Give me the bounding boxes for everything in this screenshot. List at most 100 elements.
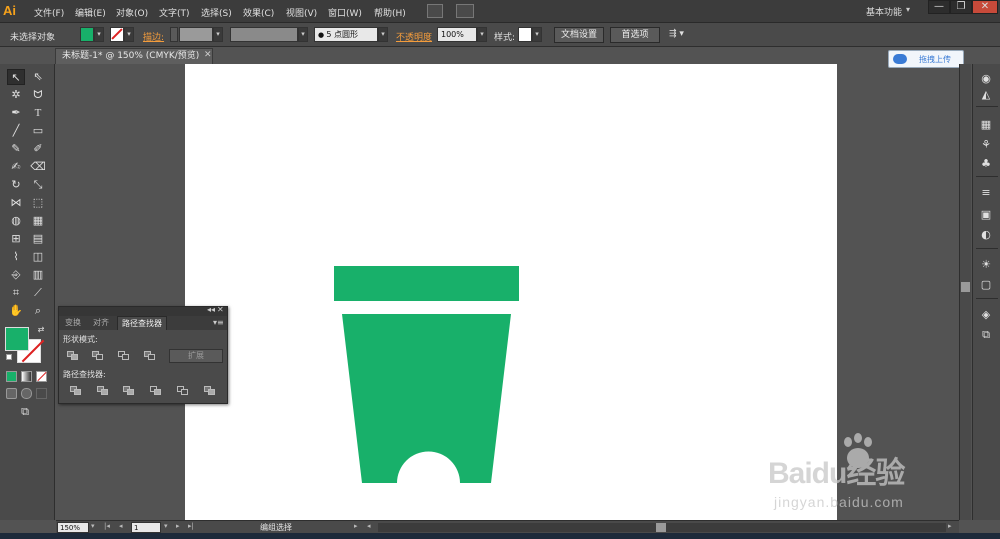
zoom-tool-icon[interactable]: ⌕ bbox=[29, 303, 47, 319]
opacity-dropdown[interactable]: ▾ bbox=[477, 27, 487, 42]
close-button[interactable]: ✕ bbox=[972, 0, 998, 14]
direct-selection-tool-icon[interactable]: ⇖ bbox=[29, 69, 47, 85]
line-tool-icon[interactable]: ╱ bbox=[7, 123, 25, 139]
gradient-panel-icon[interactable]: ▣ bbox=[978, 208, 994, 222]
hand-tool-icon[interactable]: ✋ bbox=[7, 303, 25, 319]
preferences-button[interactable]: 首选项 bbox=[610, 27, 660, 43]
scroll-thumb[interactable] bbox=[961, 282, 970, 292]
symbols-icon[interactable]: ♣ bbox=[978, 157, 994, 171]
menu-edit[interactable]: 编辑(E) bbox=[75, 6, 106, 19]
panel-menu-icon[interactable]: ▾≡ bbox=[213, 318, 224, 327]
stroke-weight-dropdown[interactable]: ▾ bbox=[213, 27, 223, 42]
last-artboard-icon[interactable]: ▸| bbox=[188, 522, 194, 530]
blend-tool-icon[interactable]: ◫ bbox=[29, 249, 47, 265]
vertical-scrollbar[interactable] bbox=[959, 64, 971, 520]
horizontal-scrollbar[interactable] bbox=[378, 523, 946, 532]
draw-normal-icon[interactable] bbox=[6, 388, 17, 399]
stroke-color-swatch[interactable] bbox=[110, 27, 124, 42]
magic-wand-tool-icon[interactable]: ✲ bbox=[7, 87, 25, 103]
status-menu-icon[interactable]: ▸ bbox=[354, 522, 358, 530]
default-colors-icon[interactable] bbox=[6, 354, 12, 360]
document-tab[interactable]: 未标题-1* @ 150% (CMYK/预览) bbox=[55, 48, 213, 64]
color-panel-icon[interactable]: ◉ bbox=[978, 72, 994, 86]
status-text[interactable]: 编组选择 bbox=[260, 522, 292, 533]
workspace-switcher[interactable]: 基本功能 bbox=[866, 5, 902, 18]
appearance-icon[interactable]: ☀ bbox=[978, 258, 994, 272]
stroke-panel-icon[interactable]: ≡ bbox=[978, 186, 994, 200]
menu-help[interactable]: 帮助(H) bbox=[374, 6, 406, 19]
close-icon[interactable]: ✕ bbox=[217, 305, 224, 314]
blob-brush-tool-icon[interactable]: ✍ bbox=[7, 159, 25, 175]
stroke-dropdown[interactable]: ▾ bbox=[124, 27, 134, 42]
minus-back-icon[interactable] bbox=[204, 386, 216, 396]
divide-icon[interactable] bbox=[70, 386, 82, 396]
graphic-style-swatch[interactable] bbox=[518, 27, 532, 42]
artboards-icon[interactable]: ⧉ bbox=[978, 328, 994, 342]
color-guide-icon[interactable]: ◭ bbox=[978, 88, 994, 102]
mesh-tool-icon[interactable]: ⊞ bbox=[7, 231, 25, 247]
menu-object[interactable]: 对象(O) bbox=[116, 6, 148, 19]
style-dropdown[interactable]: ▾ bbox=[532, 27, 542, 42]
menu-window[interactable]: 窗口(W) bbox=[328, 6, 362, 19]
transparency-icon[interactable]: ◐ bbox=[978, 228, 994, 242]
swap-fill-stroke-icon[interactable]: ⇄ bbox=[32, 322, 50, 338]
brushes-icon[interactable]: ⚘ bbox=[978, 138, 994, 152]
color-mode-icon[interactable] bbox=[6, 371, 17, 382]
stroke-label[interactable]: 描边: bbox=[143, 30, 164, 43]
draw-behind-icon[interactable] bbox=[21, 388, 32, 399]
eyedropper-tool-icon[interactable]: ⌇ bbox=[7, 249, 25, 265]
rotate-tool-icon[interactable]: ↻ bbox=[7, 177, 25, 193]
draw-inside-icon[interactable] bbox=[36, 388, 47, 399]
gradient-tool-icon[interactable]: ▤ bbox=[29, 231, 47, 247]
restore-button[interactable]: ❐ bbox=[950, 0, 972, 14]
opacity-label[interactable]: 不透明度 bbox=[396, 30, 432, 43]
trim-icon[interactable] bbox=[97, 386, 109, 396]
crop-icon[interactable] bbox=[150, 386, 162, 396]
symbol-sprayer-tool-icon[interactable]: ⎆ bbox=[7, 267, 25, 283]
outline-icon[interactable] bbox=[177, 386, 189, 396]
scroll-thumb[interactable] bbox=[656, 523, 666, 532]
scroll-right-icon[interactable]: ▸ bbox=[948, 522, 952, 530]
minimize-button[interactable]: — bbox=[928, 0, 950, 14]
pencil-tool-icon[interactable]: ✐ bbox=[29, 141, 47, 157]
paintbrush-tool-icon[interactable]: ✎ bbox=[7, 141, 25, 157]
swatches-icon[interactable]: ▦ bbox=[978, 118, 994, 132]
artboard-tool-icon[interactable]: ⌗ bbox=[7, 285, 25, 301]
menu-select[interactable]: 选择(S) bbox=[201, 6, 232, 19]
opacity-field[interactable]: 100% bbox=[437, 27, 477, 42]
drag-upload-button[interactable]: 拖拽上传 bbox=[888, 50, 964, 68]
fill-color-box[interactable] bbox=[5, 327, 29, 351]
screen-mode-icon[interactable]: ⧉ bbox=[16, 404, 34, 420]
stroke-weight-stepper[interactable] bbox=[170, 27, 178, 42]
column-graph-tool-icon[interactable]: ▥ bbox=[29, 267, 47, 283]
arrange-icon[interactable]: ⇶ ▾ bbox=[669, 29, 684, 39]
layers-icon[interactable]: ◈ bbox=[978, 308, 994, 322]
minus-front-icon[interactable] bbox=[92, 351, 104, 361]
fill-color-swatch[interactable] bbox=[80, 27, 94, 42]
zoom-field[interactable]: 150% bbox=[57, 522, 89, 533]
zoom-dropdown[interactable]: ▾ bbox=[91, 522, 95, 530]
expand-button[interactable]: 扩展 bbox=[169, 349, 223, 363]
scale-tool-icon[interactable]: ⤡ bbox=[29, 177, 47, 193]
previous-artboard-icon[interactable]: ◂ bbox=[119, 522, 123, 530]
intersect-icon[interactable] bbox=[118, 351, 130, 361]
collapse-icon[interactable]: ◂◂ bbox=[207, 305, 215, 314]
selection-tool-icon[interactable]: ↖ bbox=[7, 69, 25, 85]
brush-definition-field[interactable]: ● 5 点圆形 bbox=[314, 27, 378, 42]
eraser-tool-icon[interactable]: ⌫ bbox=[29, 159, 47, 175]
chevron-down-icon[interactable]: ▾ bbox=[906, 5, 910, 14]
none-mode-icon[interactable] bbox=[36, 371, 47, 382]
menu-effect[interactable]: 效果(C) bbox=[243, 6, 274, 19]
lasso-tool-icon[interactable]: ᗢ bbox=[29, 87, 47, 103]
menu-file[interactable]: 文件(F) bbox=[34, 6, 64, 19]
bridge-icon[interactable] bbox=[427, 4, 443, 18]
unite-icon[interactable] bbox=[67, 351, 79, 361]
artboard-dropdown[interactable]: ▾ bbox=[164, 522, 168, 530]
shape-builder-tool-icon[interactable]: ◍ bbox=[7, 213, 25, 229]
fill-dropdown[interactable]: ▾ bbox=[94, 27, 104, 42]
first-artboard-icon[interactable]: |◂ bbox=[104, 522, 110, 530]
close-icon[interactable]: ✕ bbox=[204, 50, 212, 60]
document-setup-button[interactable]: 文档设置 bbox=[554, 27, 604, 43]
panel-header[interactable]: ◂◂ ✕ bbox=[59, 305, 227, 316]
slice-tool-icon[interactable]: ⟋ bbox=[29, 285, 47, 301]
